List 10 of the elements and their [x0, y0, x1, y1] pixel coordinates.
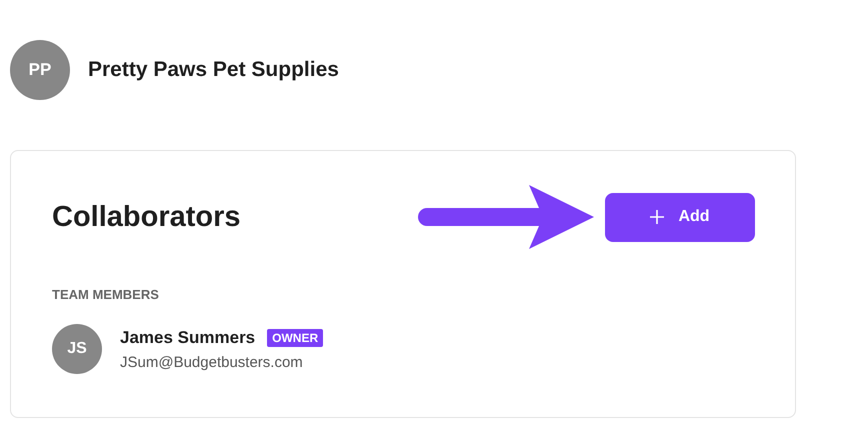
role-badge: OWNER [267, 328, 324, 346]
account-name: Pretty Paws Pet Supplies [88, 58, 339, 82]
add-button[interactable]: Add [605, 192, 755, 242]
section-label: TEAM MEMBERS [52, 287, 160, 302]
account-avatar: PP [10, 40, 70, 100]
member-avatar: JS [52, 324, 102, 374]
member-email: JSum@Budgetbusters.com [120, 354, 304, 370]
section-title: Collaborators [52, 200, 242, 234]
member-name: James Summers [120, 328, 256, 348]
plus-icon [650, 210, 664, 224]
